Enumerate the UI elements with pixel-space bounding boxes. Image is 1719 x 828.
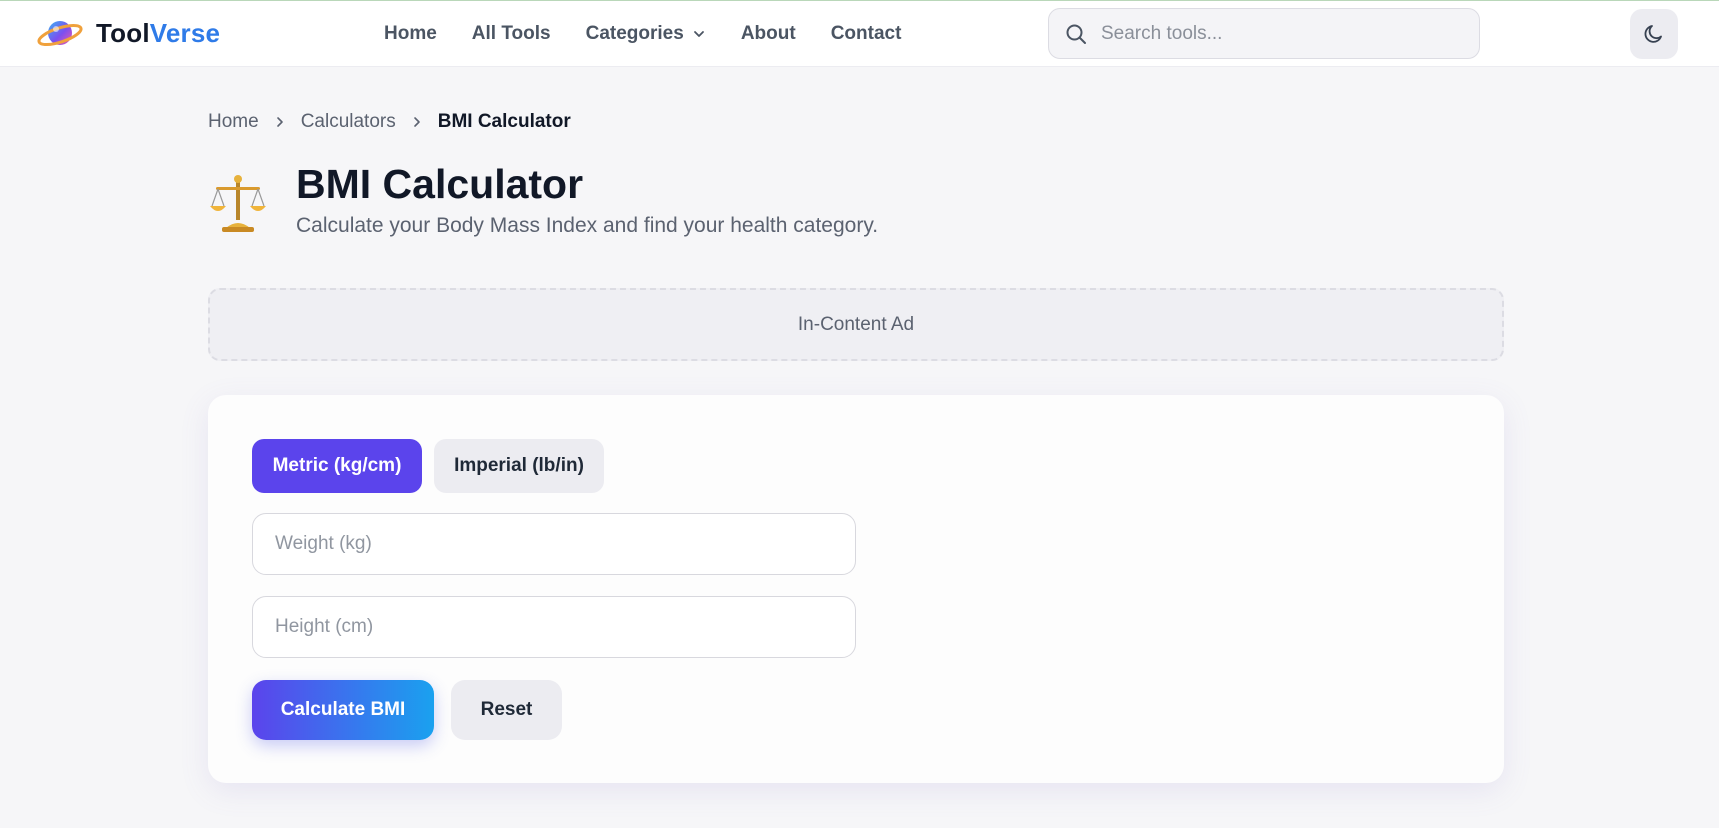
breadcrumb: Home Calculators BMI Calculator: [208, 111, 571, 133]
nav-categories[interactable]: Categories: [586, 23, 706, 45]
reset-button[interactable]: Reset: [451, 680, 562, 740]
weight-input[interactable]: [252, 513, 856, 575]
breadcrumb-calculators[interactable]: Calculators: [301, 111, 396, 133]
page-title: BMI Calculator: [296, 161, 584, 207]
site-logo[interactable]: ToolVerse: [36, 15, 220, 51]
page-header: BMI Calculator Calculate your Body Mass …: [208, 160, 878, 240]
nav-home[interactable]: Home: [384, 23, 437, 45]
metric-unit-button[interactable]: Metric (kg/cm): [252, 439, 422, 493]
chevron-down-icon: [693, 31, 704, 37]
balance-scale-icon: [210, 175, 266, 232]
logo-text-verse: Verse: [149, 17, 221, 48]
breadcrumb-current: BMI Calculator: [437, 111, 571, 132]
nav-about[interactable]: About: [741, 23, 796, 45]
search-input[interactable]: [1101, 22, 1461, 45]
ad-placeholder: In-Content Ad: [208, 288, 1504, 361]
calculate-bmi-button[interactable]: Calculate BMI: [252, 680, 434, 740]
calculator-card: Metric (kg/cm) Imperial (lb/in) Calculat…: [208, 395, 1504, 783]
breadcrumb-home[interactable]: Home: [208, 111, 259, 133]
imperial-unit-button[interactable]: Imperial (lb/in): [434, 439, 604, 493]
nav-contact[interactable]: Contact: [831, 23, 902, 45]
logo-text: ToolVerse: [96, 18, 220, 49]
nav-contact-label: Contact: [830, 23, 902, 44]
nav-all-tools[interactable]: All Tools: [472, 23, 551, 45]
chevron-right-icon: [413, 117, 420, 127]
logo-text-tool: Tool: [96, 17, 150, 48]
site-header: ToolVerse Home All Tools Categories Abou…: [0, 1, 1719, 67]
page-subtitle: Calculate your Body Mass Index and find …: [296, 214, 879, 237]
ad-label: In-Content Ad: [797, 313, 915, 335]
moon-icon: [1644, 25, 1662, 43]
chevron-right-icon: [276, 117, 283, 127]
search-icon: [1066, 24, 1086, 44]
nav-categories-label: Categories: [585, 23, 684, 44]
nav-about-label: About: [740, 23, 796, 44]
planet-logo-icon: [37, 21, 83, 47]
theme-toggle-button[interactable]: [1630, 9, 1678, 59]
search-box: [1048, 8, 1480, 59]
nav-all-tools-label: All Tools: [471, 23, 551, 44]
main-nav: Home All Tools Categories About Contact: [384, 1, 936, 67]
nav-home-label: Home: [384, 23, 437, 44]
height-input[interactable]: [252, 596, 856, 658]
